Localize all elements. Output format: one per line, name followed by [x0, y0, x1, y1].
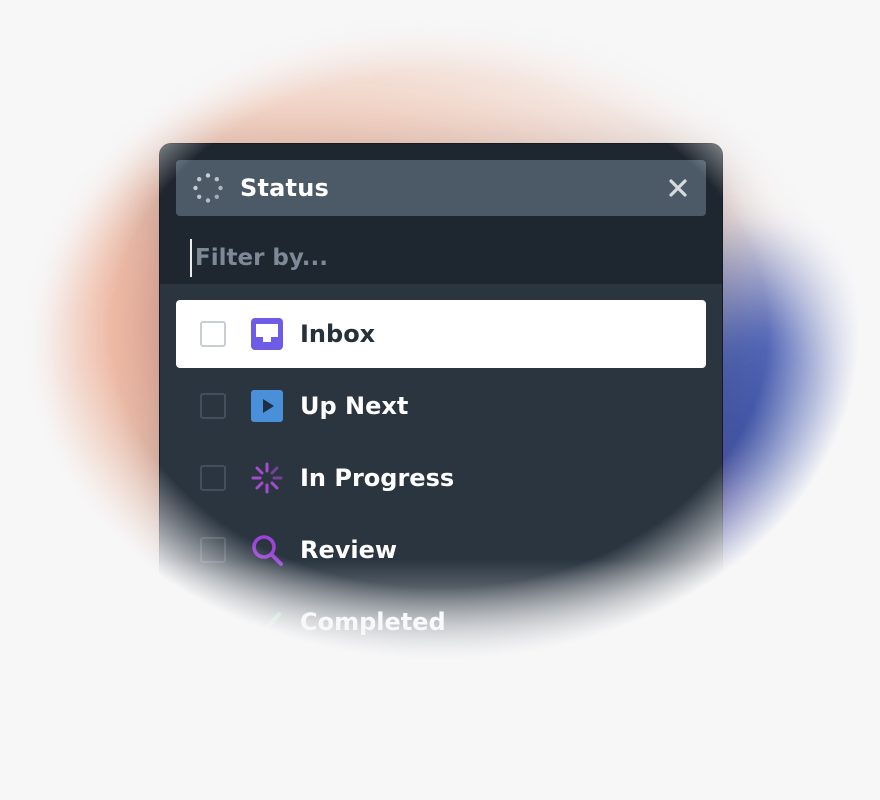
search-icon	[250, 533, 284, 567]
chip-label: Status	[240, 174, 329, 202]
checkbox-up-next[interactable]	[200, 393, 226, 419]
checkbox-review[interactable]	[200, 537, 226, 563]
checkbox-in-progress[interactable]	[200, 465, 226, 491]
list-item-up-next[interactable]: Up Next	[176, 372, 706, 440]
list-item-inbox[interactable]: Inbox	[176, 300, 706, 368]
check-icon	[250, 605, 284, 639]
close-icon[interactable]	[666, 176, 690, 200]
filter-header: Status	[160, 144, 722, 284]
item-label: Inbox	[300, 320, 376, 348]
checkbox-completed[interactable]	[200, 609, 226, 635]
list-item-review[interactable]: Review	[176, 516, 706, 584]
in-progress-icon	[250, 461, 284, 495]
item-label: Review	[300, 536, 398, 564]
status-filter-chip[interactable]: Status	[176, 160, 706, 216]
list-item-in-progress[interactable]: In Progress	[176, 444, 706, 512]
item-label: Completed	[300, 608, 446, 636]
status-filter-panel: Status Inbox	[159, 143, 723, 705]
text-caret	[190, 239, 192, 277]
status-spinner-icon	[192, 172, 224, 204]
checkbox-inbox[interactable]	[200, 321, 226, 347]
filter-input[interactable]	[195, 245, 655, 271]
inbox-icon	[250, 317, 284, 351]
list-item-completed[interactable]: Completed	[176, 588, 706, 656]
play-icon	[250, 389, 284, 423]
item-label: In Progress	[300, 464, 455, 492]
status-list: Inbox Up Next In Progress Review Complet…	[160, 284, 722, 656]
item-label: Up Next	[300, 392, 409, 420]
